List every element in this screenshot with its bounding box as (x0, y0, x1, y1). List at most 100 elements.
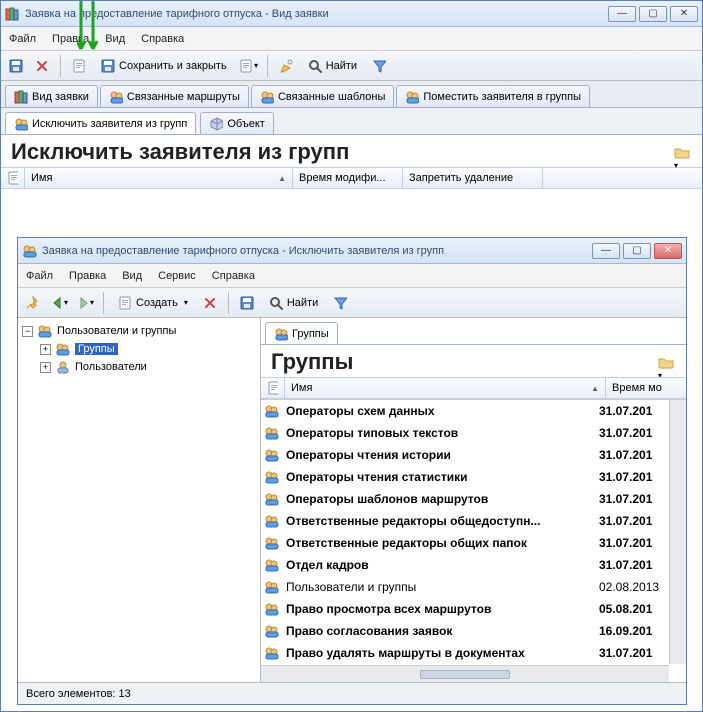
separator (60, 55, 61, 77)
save-and-close-button[interactable]: Сохранить и закрыть (94, 55, 234, 77)
close-button[interactable]: ✕ (654, 243, 682, 259)
forward-button[interactable]: ▾ (74, 292, 96, 314)
new-doc-button[interactable] (68, 55, 90, 77)
inner-titlebar: Заявка на предоставление тарифного отпус… (18, 238, 686, 264)
pin-button[interactable] (22, 292, 44, 314)
back-button[interactable]: ▾ (48, 292, 70, 314)
menu-file[interactable]: Файл (9, 33, 36, 45)
save-button[interactable] (5, 55, 27, 77)
group-name: Операторы чтения истории (286, 448, 451, 462)
subtab-object[interactable]: Объект (200, 112, 273, 134)
separator (103, 292, 104, 314)
folder-icon[interactable]: ▾ (658, 355, 676, 369)
col-icon[interactable] (261, 378, 285, 398)
group-name: Операторы схем данных (286, 404, 435, 418)
tab-groups[interactable]: Группы (265, 322, 338, 344)
group-date: 31.07.201 (599, 448, 665, 462)
list-item[interactable]: Операторы чтения статистики 31.07.201 (261, 466, 668, 488)
menu-file[interactable]: Файл (26, 270, 53, 282)
subtab-exclude-from-groups[interactable]: Исключить заявителя из групп (5, 112, 196, 134)
group-date: 31.07.201 (599, 470, 665, 484)
tab-templates[interactable]: Связанные шаблоны (251, 85, 394, 107)
group-icon (264, 624, 280, 638)
tree-node-groups[interactable]: + Группы (22, 340, 256, 358)
doc-dropdown-button[interactable]: ▾ (238, 55, 260, 77)
outer-subtabstrip: Исключить заявителя из групп Объект (1, 108, 702, 135)
col-name[interactable]: Имя▲ (25, 168, 293, 188)
find-button[interactable]: Найти (262, 292, 325, 314)
list-item[interactable]: Пользователи и группы02.08.2013 (261, 576, 668, 598)
doc-icon (267, 381, 278, 395)
list-item[interactable]: Право согласования заявок16.09.201 (261, 620, 668, 642)
right-column-headers: Имя▲ Время мо (261, 377, 686, 399)
minimize-button[interactable]: — (608, 6, 636, 22)
expander-icon[interactable]: + (40, 344, 51, 355)
list-item[interactable]: Операторы типовых текстов31.07.201 (261, 422, 668, 444)
menu-service[interactable]: Сервис (158, 270, 196, 282)
list-item[interactable]: Отдел кадров31.07.201 (261, 554, 668, 576)
search-icon (308, 59, 322, 73)
minimize-button[interactable]: — (592, 243, 620, 259)
filter-button[interactable] (368, 55, 390, 77)
menu-view[interactable]: Вид (105, 33, 125, 45)
group-name: Операторы чтения статистики (286, 470, 468, 484)
group-name: Операторы шаблонов маршрутов (286, 492, 488, 506)
tab-view-type[interactable]: Вид заявки (5, 85, 98, 107)
group-date: 31.07.201 (599, 536, 665, 550)
menu-edit[interactable]: Правка (52, 33, 89, 45)
inner-title: Заявка на предоставление тарифного отпус… (42, 245, 592, 257)
save-close-icon (101, 59, 115, 73)
col-icon[interactable] (1, 168, 25, 188)
col-modified[interactable]: Время модифи... (293, 168, 403, 188)
folder-icon[interactable]: ▾ (674, 145, 692, 159)
group-icon (264, 646, 280, 660)
group-date: 16.09.201 (599, 624, 665, 638)
menu-help[interactable]: Справка (141, 33, 184, 45)
inner-menubar: Файл Правка Вид Сервис Справка (18, 264, 686, 288)
tab-routes[interactable]: Связанные маршруты (100, 85, 249, 107)
find-button[interactable]: Найти (301, 55, 364, 77)
group-icon (260, 90, 274, 104)
scroll-grip[interactable] (420, 670, 510, 679)
tab-add-to-groups[interactable]: Поместить заявителя в группы (396, 85, 590, 107)
list-item[interactable]: Право удалять маршруты в документах31.07… (261, 642, 668, 664)
doc-icon (118, 296, 132, 310)
menu-edit[interactable]: Правка (69, 270, 106, 282)
delete-button[interactable] (199, 292, 221, 314)
maximize-button[interactable]: ▢ (639, 6, 667, 22)
horizontal-scrollbar[interactable] (261, 665, 669, 682)
delete-button[interactable] (31, 55, 53, 77)
group-icon (264, 514, 280, 528)
vertical-scrollbar[interactable] (669, 400, 686, 664)
group-icon (264, 536, 280, 550)
search-icon (269, 296, 283, 310)
group-icon (264, 558, 280, 572)
maximize-button[interactable]: ▢ (623, 243, 651, 259)
pick-button[interactable] (275, 55, 297, 77)
status-text: Всего элементов: 13 (26, 688, 131, 700)
col-deny-delete[interactable]: Запретить удаление (403, 168, 543, 188)
list-item[interactable]: Ответственные редакторы общих папок31.07… (261, 532, 668, 554)
statusbar: Всего элементов: 13 (18, 682, 686, 704)
group-date: 31.07.201 (599, 646, 665, 660)
list-item[interactable]: Операторы схем данных31.07.201 (261, 400, 668, 422)
menu-view[interactable]: Вид (122, 270, 142, 282)
list-item[interactable]: Операторы шаблонов маршрутов31.07.201 (261, 488, 668, 510)
filter-button[interactable] (329, 292, 351, 314)
inner-toolbar: ▾ ▾ Создать▾ Найти (18, 288, 686, 318)
expander-icon[interactable]: + (40, 362, 51, 373)
tree-root[interactable]: − Пользователи и группы (22, 322, 256, 340)
tree-node-users[interactable]: + Пользователи (22, 358, 256, 376)
save-button[interactable] (236, 292, 258, 314)
group-icon (274, 327, 288, 341)
col-modified[interactable]: Время мо (606, 378, 686, 398)
list-item[interactable]: Право просмотра всех маршрутов05.08.201 (261, 598, 668, 620)
close-button[interactable]: ✕ (670, 6, 698, 22)
expander-icon[interactable]: − (22, 326, 33, 337)
col-name[interactable]: Имя▲ (285, 378, 606, 398)
create-button[interactable]: Создать▾ (111, 292, 195, 314)
right-tabstrip: Группы (261, 318, 686, 345)
menu-help[interactable]: Справка (212, 270, 255, 282)
list-item[interactable]: Операторы чтения истории 31.07.201 (261, 444, 668, 466)
list-item[interactable]: Ответственные редакторы общедоступн...31… (261, 510, 668, 532)
